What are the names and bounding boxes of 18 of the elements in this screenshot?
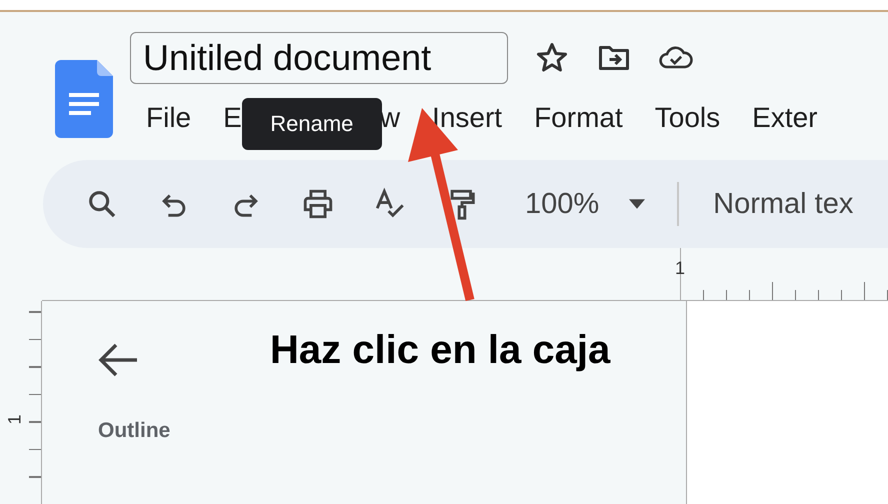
menu-item[interactable]: File: [146, 102, 192, 134]
back-arrow-icon[interactable]: [98, 343, 138, 377]
menu-item[interactable]: Insert: [432, 102, 502, 134]
menu-item[interactable]: Exter: [752, 102, 818, 134]
docs-logo-icon: [55, 60, 113, 138]
tooltip: Rename: [242, 98, 382, 150]
ruler-number: 1: [675, 258, 686, 279]
zoom-level-dropdown[interactable]: 100%: [525, 188, 600, 220]
outline-heading: Outline: [98, 419, 172, 443]
annotation-caption: Haz clic en la caja: [270, 328, 610, 373]
print-icon[interactable]: [301, 187, 335, 221]
menu-item[interactable]: Format: [534, 102, 623, 134]
menu-item[interactable]: Tools: [654, 102, 720, 134]
document-title-field[interactable]: Unitiled document: [130, 32, 508, 84]
paragraph-style-dropdown[interactable]: Normal tex: [713, 188, 854, 220]
ruler-number: 1: [4, 414, 26, 424]
dropdown-caret-icon[interactable]: [629, 199, 646, 209]
menu-item[interactable]: E: [223, 102, 242, 134]
